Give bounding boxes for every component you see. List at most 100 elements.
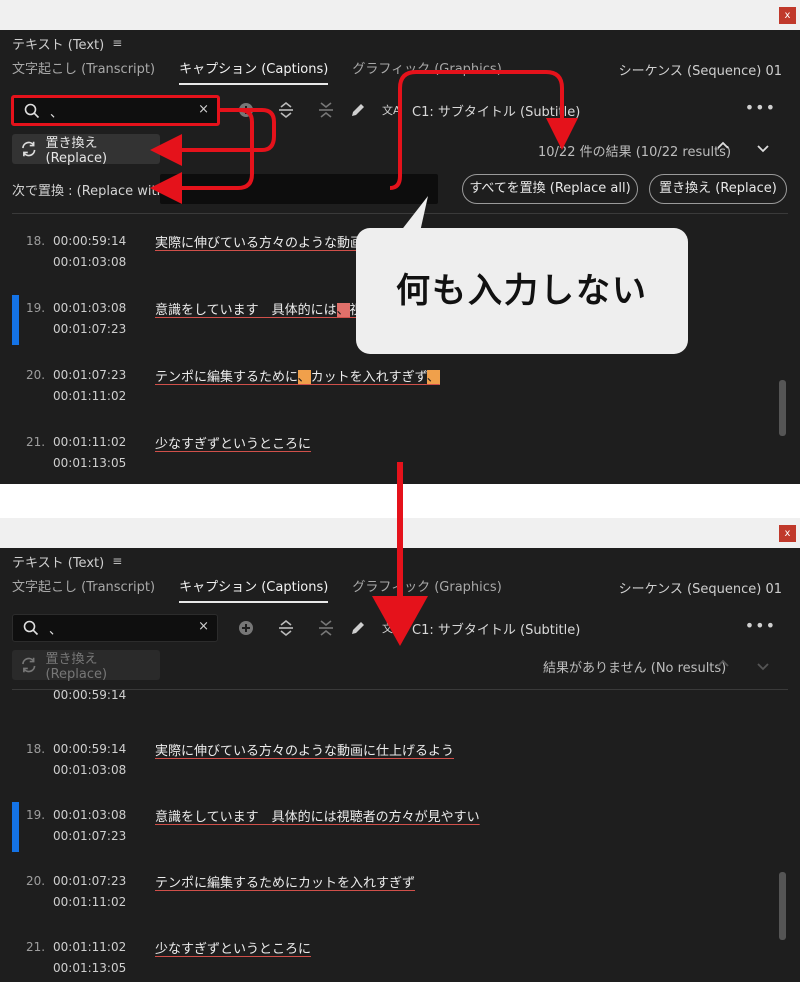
search-icon [23,620,39,636]
caption-row[interactable]: 21. 00:01:11:02 00:01:13:05 少なすぎずというところに [0,429,800,484]
search-icon [24,103,40,119]
tab-graphics[interactable]: グラフィック (Graphics) [352,58,501,82]
tab-captions[interactable]: キャプション (Captions) [179,58,329,85]
search-input[interactable]: 、 × [12,614,218,642]
panel-title-row: テキスト (Text) ≡ [12,552,122,571]
row-timecode-out: 00:01:03:08 [53,255,127,269]
chevron-up-icon[interactable] [716,139,730,157]
row-timecode-in: 00:01:03:08 [53,301,127,315]
chevron-up-icon[interactable] [716,657,730,675]
translate-icon[interactable]: 文A [380,100,401,120]
replace-all-button[interactable]: すべてを置換 (Replace all) [462,174,638,204]
row-timecode-out: 00:01:13:05 [53,961,127,975]
panel-title: テキスト (Text) [12,37,105,53]
row-timecode-in: 00:00:59:14 [53,742,127,756]
replace-with-label: 次で置換 : (Replace with:) [12,184,175,199]
add-icon[interactable] [236,618,256,638]
row-timecode-in: 00:01:03:08 [53,808,127,822]
toolbar-divider [12,213,788,214]
clear-icon[interactable]: × [198,102,209,117]
row-timecode-in: 00:01:07:23 [53,368,127,382]
window-chrome: x [0,0,800,30]
active-row-marker [12,295,19,345]
split-icon[interactable] [276,100,296,120]
panel-tabs: 文字起こし (Transcript) キャプション (Captions) グラフ… [12,576,502,603]
captions-toolbar: 、 × 文A C1: サブタイトル (Subtitle) ••• [11,95,788,126]
caption-track-label[interactable]: C1: サブタイトル (Subtitle) [412,101,580,120]
refresh-icon [22,141,36,157]
chevron-down-icon[interactable] [756,659,770,677]
replace-button[interactable]: 置き換え (Replace) [12,650,160,682]
captions-panel-before: x テキスト (Text) ≡ 文字起こし (Transcript) キャプショ… [0,0,800,484]
search-value: 、 [49,623,63,638]
row-number: 20. [26,874,46,888]
scrollbar[interactable] [779,380,786,436]
panel-menu-icon[interactable]: ≡ [112,36,122,50]
callout-bubble: 何も入力しない [356,228,688,354]
replace-button-label: 置き換え (Replace) [45,652,108,682]
row-timecode-out: 00:01:03:08 [53,763,127,777]
sequence-label: シーケンス (Sequence) 01 [618,582,782,597]
row-number: 19. [26,808,46,822]
chevron-down-icon[interactable] [756,141,770,159]
add-icon[interactable] [236,100,256,120]
replace-button-secondary[interactable]: 置き換え (Replace) [649,174,787,204]
replace-with-input[interactable] [160,174,438,204]
tab-graphics[interactable]: グラフィック (Graphics) [352,576,501,600]
more-icon[interactable]: ••• [745,98,776,117]
more-icon[interactable]: ••• [745,616,776,635]
svg-text:文A: 文A [382,103,400,117]
row-number: 21. [26,435,46,449]
panel-title: テキスト (Text) [12,555,105,571]
caption-row[interactable]: 18. 00:00:59:14 00:01:03:08 実際に伸びている方々のよ… [0,736,800,796]
row-text-part: カットを入れすぎず [310,370,427,385]
caption-row-active[interactable]: 19. 00:01:03:08 00:01:07:23 意識をしています 具体的… [0,802,800,862]
row-number: 18. [26,742,46,756]
captions-toolbar: 、 × 文A C1: サブタイトル (Subtitle) ••• [12,614,788,642]
scrollbar[interactable] [779,872,786,940]
pencil-icon[interactable] [348,100,368,120]
close-button[interactable]: x [779,525,796,542]
svg-text:文A: 文A [382,621,400,635]
caption-row[interactable]: 20. 00:01:07:23 00:01:11:02 テンポに編集するために、… [0,362,800,422]
row-text[interactable]: 意識をしています 具体的には、視聴 [155,299,376,318]
row-text[interactable]: 少なすぎずというところに [155,433,311,452]
search-hit: 、 [336,303,350,318]
row-text[interactable]: 実際に伸びている方々のような動画に仕上げるよう [155,740,454,759]
row-timecode-out: 00:01:13:05 [53,456,127,470]
split-icon[interactable] [276,618,296,638]
row-text[interactable]: 少なすぎずというところに [155,938,311,957]
tab-transcript[interactable]: 文字起こし (Transcript) [12,576,155,600]
merge-icon[interactable] [316,618,336,638]
close-button[interactable]: x [779,7,796,24]
search-hit: 、 [297,370,311,385]
clear-icon[interactable]: × [198,619,209,634]
pencil-icon[interactable] [348,618,368,638]
row-timecode-out: 00:01:07:23 [53,322,127,336]
replace-button[interactable]: 置き換え (Replace) [12,134,160,166]
search-value: 、 [50,106,64,121]
captions-panel-after: x テキスト (Text) ≡ 文字起こし (Transcript) キャプショ… [0,518,800,982]
replace-button-label: 置き換え (Replace) [45,136,108,166]
row-text[interactable]: テンポに編集するために、カットを入れすぎず、 [155,366,440,385]
row-text[interactable]: 実際に伸びている方々のような動画に [155,232,376,251]
row-timecode-in: 00:00:59:14 [53,234,127,248]
search-hit: 、 [426,370,440,385]
sequence-label: シーケンス (Sequence) 01 [618,64,782,79]
row-number: 20. [26,368,46,382]
tab-transcript[interactable]: 文字起こし (Transcript) [12,58,155,82]
panel-menu-icon[interactable]: ≡ [112,554,122,568]
caption-track-label[interactable]: C1: サブタイトル (Subtitle) [412,619,580,638]
caption-row[interactable]: 21. 00:01:11:02 00:01:13:05 少なすぎずというところに [0,934,800,982]
toolbar-divider [12,689,788,690]
search-input[interactable]: 、 × [11,95,220,126]
tab-captions[interactable]: キャプション (Captions) [179,576,329,603]
merge-icon[interactable] [316,100,336,120]
row-text-part: テンポに編集するために [155,370,298,385]
row-text[interactable]: 意識をしています 具体的には視聴者の方々が見やすい [155,806,480,825]
row-timecode-out: 00:01:11:02 [53,389,127,403]
row-text[interactable]: テンポに編集するためにカットを入れすぎず [155,872,415,891]
caption-row[interactable]: 20. 00:01:07:23 00:01:11:02 テンポに編集するためにカ… [0,868,800,928]
window-chrome: x [0,518,800,548]
translate-icon[interactable]: 文A [380,618,401,638]
